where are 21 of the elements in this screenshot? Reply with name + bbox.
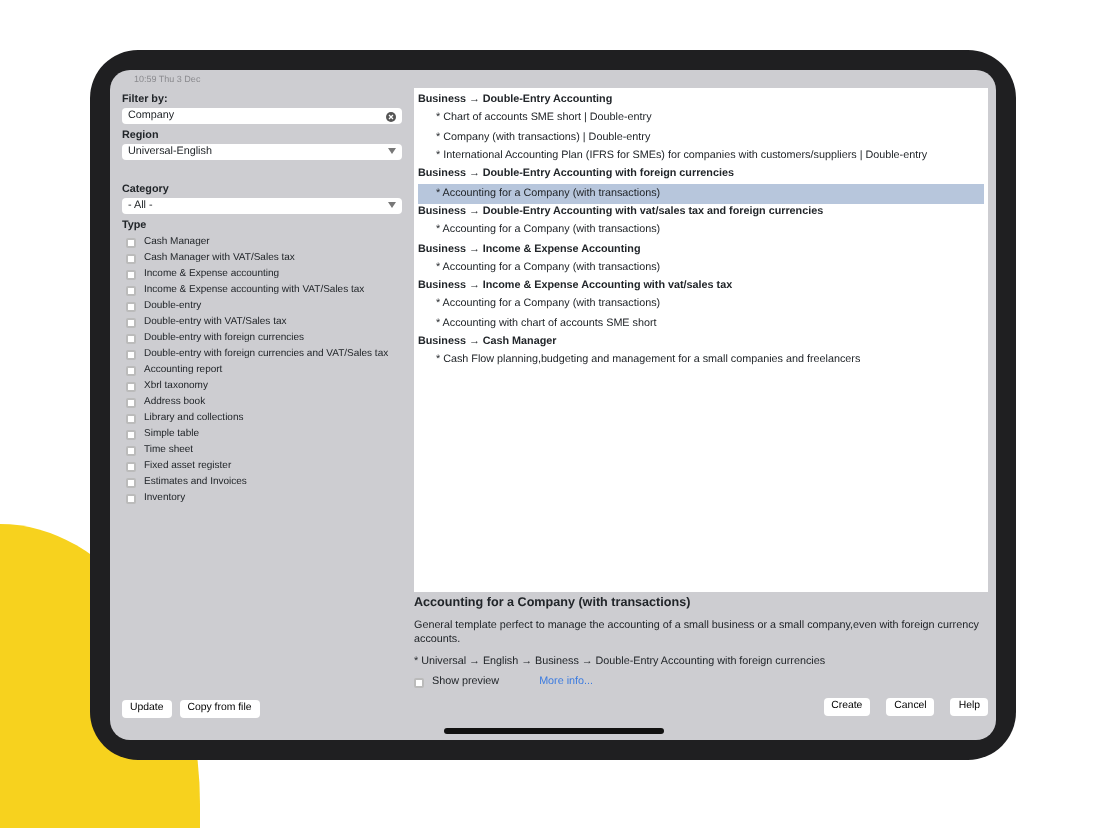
checkbox[interactable] [126, 333, 136, 344]
caret-icon [388, 201, 396, 208]
checkbox[interactable] [414, 678, 424, 689]
checkbox[interactable] [126, 349, 136, 360]
caret-icon [388, 147, 396, 154]
checkbox[interactable] [126, 397, 136, 408]
checkbox[interactable] [126, 493, 136, 504]
checkbox[interactable] [126, 445, 136, 456]
checkbox[interactable] [126, 381, 136, 392]
checkbox[interactable] [126, 285, 136, 296]
clear-icon[interactable] [386, 111, 396, 122]
checkbox[interactable] [126, 301, 136, 312]
checkbox[interactable] [126, 237, 136, 248]
checkbox[interactable] [126, 429, 136, 440]
checkbox[interactable] [126, 269, 136, 280]
checkbox[interactable] [126, 477, 136, 488]
checkbox[interactable] [126, 413, 136, 424]
checkbox[interactable] [126, 317, 136, 328]
checkbox[interactable] [126, 461, 136, 472]
checkbox[interactable] [126, 365, 136, 376]
checkbox[interactable] [126, 253, 136, 264]
